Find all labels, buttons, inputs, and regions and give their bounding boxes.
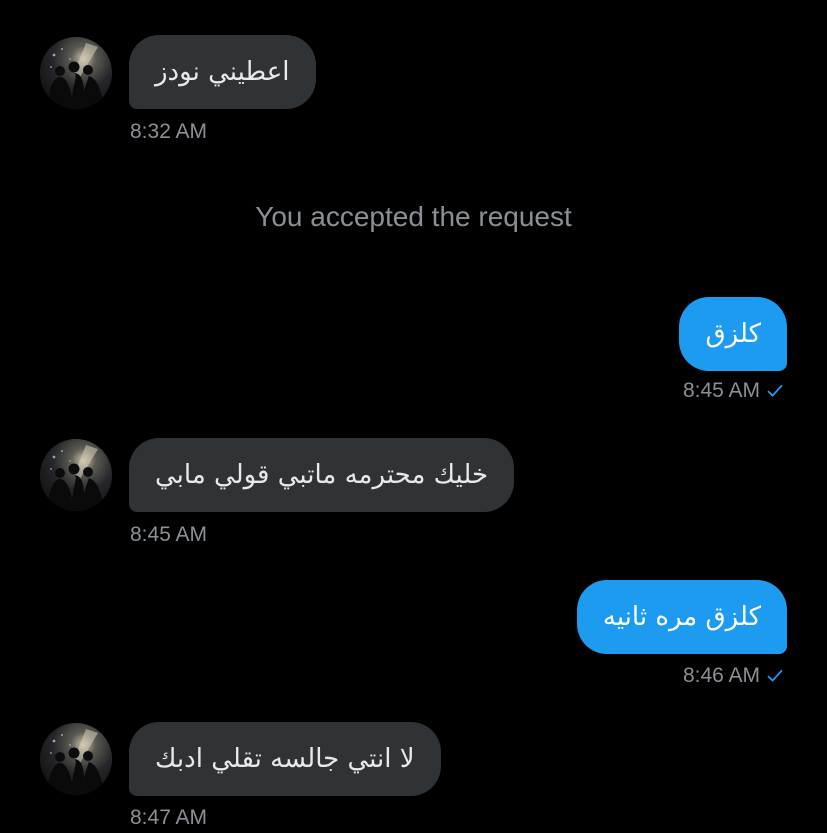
outgoing-message-bubble[interactable]: كلزق مره ثانيه — [576, 580, 787, 654]
message-text: كلزق — [705, 319, 761, 349]
outgoing-message-bubble[interactable]: كلزق — [679, 297, 787, 371]
message-meta: 8:46 AM — [683, 665, 783, 686]
system-notice: You accepted the request — [255, 201, 572, 232]
message-text: لا انتي جالسه تقلي ادبك — [155, 744, 415, 774]
message-timestamp: 8:45 AM — [682, 379, 760, 402]
avatar[interactable] — [40, 723, 112, 795]
avatar[interactable] — [40, 37, 112, 109]
avatar-image — [40, 37, 112, 109]
check-icon — [767, 383, 783, 399]
avatar[interactable] — [40, 439, 112, 511]
incoming-message-bubble[interactable]: خليك محترمه ماتبي قولي مابي — [129, 438, 515, 512]
message-meta: 8:45 AM — [683, 380, 783, 401]
avatar-image — [40, 439, 112, 511]
message-text: كلزق مره ثانيه — [602, 602, 761, 632]
check-icon — [767, 668, 783, 684]
incoming-message-bubble[interactable]: اعطيني نودز — [129, 35, 316, 109]
avatar-image — [40, 723, 112, 795]
message-text: خليك محترمه ماتبي قولي مابي — [155, 460, 489, 490]
incoming-message-bubble[interactable]: لا انتي جالسه تقلي ادبك — [129, 722, 441, 796]
message-timestamp: 8:46 AM — [682, 664, 760, 687]
message-timestamp: 8:45 AM — [130, 523, 208, 546]
message-text: اعطيني نودز — [155, 57, 290, 87]
message-timestamp: 8:47 AM — [130, 806, 208, 829]
message-timestamp: 8:32 AM — [130, 120, 208, 143]
